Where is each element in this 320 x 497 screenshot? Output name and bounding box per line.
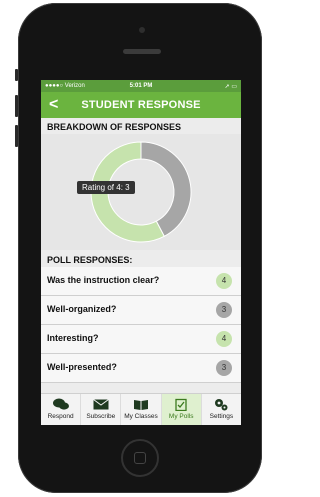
- volume-down-button: [15, 125, 18, 147]
- tab-my-classes[interactable]: My Classes: [121, 394, 162, 425]
- question-text: Well-organized?: [47, 304, 117, 314]
- rating-badge: 3: [216, 302, 232, 318]
- tab-settings[interactable]: Settings: [202, 394, 241, 425]
- envelope-icon: [93, 399, 109, 410]
- gears-icon: [215, 399, 228, 411]
- app-screen: ●●●●○ Verizon 5:01 PM ➚ ▭ < STUDENT RESP…: [41, 80, 241, 425]
- list-item[interactable]: Well-organized? 3: [41, 296, 241, 325]
- list-item[interactable]: Interesting? 4: [41, 325, 241, 354]
- tab-my-polls[interactable]: My Polls: [161, 394, 202, 425]
- volume-up-button: [15, 95, 18, 117]
- list-item[interactable]: Was the instruction clear? 4: [41, 267, 241, 296]
- clipboard-icon: [175, 398, 187, 411]
- tab-label: Respond: [47, 413, 74, 420]
- breakdown-header: BREAKDOWN OF RESPONSES: [47, 122, 182, 132]
- question-text: Interesting?: [47, 333, 99, 343]
- tab-label: Subscribe: [86, 413, 116, 420]
- question-text: Was the instruction clear?: [47, 275, 160, 285]
- donut-chart: [90, 141, 192, 243]
- mute-switch: [15, 69, 18, 81]
- chart-area: [41, 134, 241, 250]
- nav-bar: < STUDENT RESPONSE: [41, 92, 241, 118]
- tab-respond[interactable]: Respond: [41, 394, 82, 425]
- status-bar: ●●●●○ Verizon 5:01 PM ➚ ▭: [41, 80, 241, 92]
- donut-slice[interactable]: [140, 141, 192, 237]
- responses-list: Was the instruction clear? 4 Well-organi…: [41, 267, 241, 383]
- home-square-icon: [134, 452, 146, 464]
- page-title: STUDENT RESPONSE: [81, 99, 201, 111]
- tab-label: Settings: [209, 413, 234, 420]
- book-icon: [134, 400, 148, 410]
- tab-label: My Polls: [168, 413, 194, 420]
- tab-label: My Classes: [124, 413, 158, 420]
- earpiece-speaker: [123, 49, 161, 54]
- rating-badge: 4: [216, 331, 232, 347]
- rating-badge: 4: [216, 273, 232, 289]
- poll-responses-header: POLL RESPONSES:: [47, 255, 133, 265]
- front-camera: [139, 27, 145, 33]
- speech-bubbles-icon: [52, 398, 69, 410]
- tab-subscribe[interactable]: Subscribe: [81, 394, 122, 425]
- battery-icon: ➚ ▭: [224, 83, 237, 90]
- tab-bar: Respond Subscribe My Classes My Polls Se…: [41, 393, 241, 425]
- status-time: 5:01 PM: [129, 83, 153, 89]
- home-button[interactable]: [121, 439, 159, 477]
- list-item[interactable]: Well-presented? 3: [41, 354, 241, 383]
- rating-badge: 3: [216, 360, 232, 376]
- question-text: Well-presented?: [47, 362, 117, 372]
- chart-tooltip: Rating of 4: 3: [77, 181, 135, 194]
